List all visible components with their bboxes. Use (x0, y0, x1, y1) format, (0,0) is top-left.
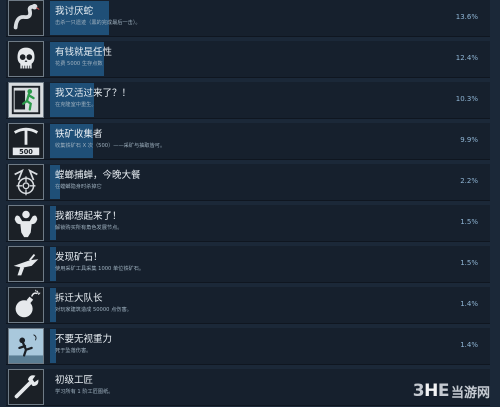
pickaxe-500-icon: 500 (8, 123, 44, 159)
achievement-unlock-percent: 9.9% (460, 136, 478, 144)
achievement-description: 学习所有 1 阶工匠图纸。 (55, 389, 114, 395)
achievement-row: 螳螂捕蝉，今晚大餐在螳螂隐身时杀掉它 2.2% (6, 164, 490, 201)
achievement-unlock-percent: 1.4% (460, 300, 478, 308)
muscle-man-icon (8, 205, 44, 241)
achievement-row: 我又活过来了？！ 在克隆室中重生。 10.3% (6, 82, 490, 119)
achievement-title: 有钱就是任性 (55, 47, 113, 58)
achievement-row: 拆迁大队长对玩家建筑造成 50000 点伤害。 1.4% (6, 287, 490, 324)
bomb-icon (8, 287, 44, 323)
achievement-unlock-percent: 12.4% (455, 54, 478, 62)
running-exit-icon (8, 82, 44, 118)
achievement-unlock-percent: 1.5% (460, 218, 478, 226)
achievement-title: 发现矿石！ (55, 252, 103, 263)
achievement-unlock-percent: 10.3% (455, 95, 478, 103)
achievement-title: 初级工匠 (55, 375, 94, 386)
achievement-row: 不要无视重力死于坠落伤害。 1.4% (6, 328, 490, 365)
watermark: 3HE 当游网 (413, 381, 490, 401)
achievement-description: 在克隆室中重生。 (55, 102, 97, 108)
achievement-title: 拆迁大队长 (55, 293, 103, 304)
achievement-unlock-percent: 1.4% (460, 341, 478, 349)
achievement-unlock-percent: 2.2% (460, 177, 478, 185)
achievement-row: 发现矿石！ 使用采矿工具采集 1000 单位铁矿石。 1.5% (6, 246, 490, 283)
drill-icon (8, 246, 44, 282)
wrench-icon (8, 369, 44, 405)
achievement-title: 铁矿收集者 (55, 129, 103, 140)
achievement-title: 螳螂捕蝉，今晚大餐 (55, 170, 141, 181)
skull-icon (8, 41, 44, 77)
achievement-description: 击杀一只遗迹（黑的完成最后一击）。 (55, 20, 141, 26)
achievement-unlock-percent: 1.5% (460, 259, 478, 267)
achievement-row: 有钱就是任性花费 5000 生存点数 12.4% (6, 41, 490, 78)
snake-icon (8, 0, 44, 36)
svg-text:500: 500 (19, 148, 33, 156)
achievement-row: 500 铁矿收集者收集铁矿石 X 次（500）——采矿与抽取皆可。 9.9% (6, 123, 490, 160)
achievement-description: 收集铁矿石 X 次（500）——采矿与抽取皆可。 (55, 143, 166, 149)
achievement-title: 不要无视重力 (55, 334, 113, 345)
achievement-title: 我讨厌蛇 (55, 6, 94, 17)
mantis-target-icon (8, 164, 44, 200)
watermark-site-name: 当游网 (450, 385, 490, 401)
achievement-title: 我都想起来了！ (55, 211, 122, 222)
achievement-description: 使用采矿工具采集 1000 单位铁矿石。 (55, 266, 145, 272)
achievement-description: 死于坠落伤害。 (55, 348, 92, 354)
achievement-unlock-percent: 13.6% (455, 13, 478, 21)
achievement-description: 对玩家建筑造成 50000 点伤害。 (55, 307, 132, 313)
watermark-logo: 3HE (412, 381, 450, 401)
achievement-row: 我都想起来了！ 解锁购买所有角色发展节点。 1.5% (6, 205, 490, 242)
achievement-title: 我又活过来了？！ (55, 88, 132, 99)
falling-man-icon (8, 328, 44, 364)
achievement-description: 解锁购买所有角色发展节点。 (55, 225, 123, 231)
achievement-description: 在螳螂隐身时杀掉它 (55, 184, 102, 190)
achievement-row: 我讨厌蛇击杀一只遗迹（黑的完成最后一击）。 13.6% (6, 0, 490, 37)
achievement-description: 花费 5000 生存点数 (55, 61, 103, 67)
